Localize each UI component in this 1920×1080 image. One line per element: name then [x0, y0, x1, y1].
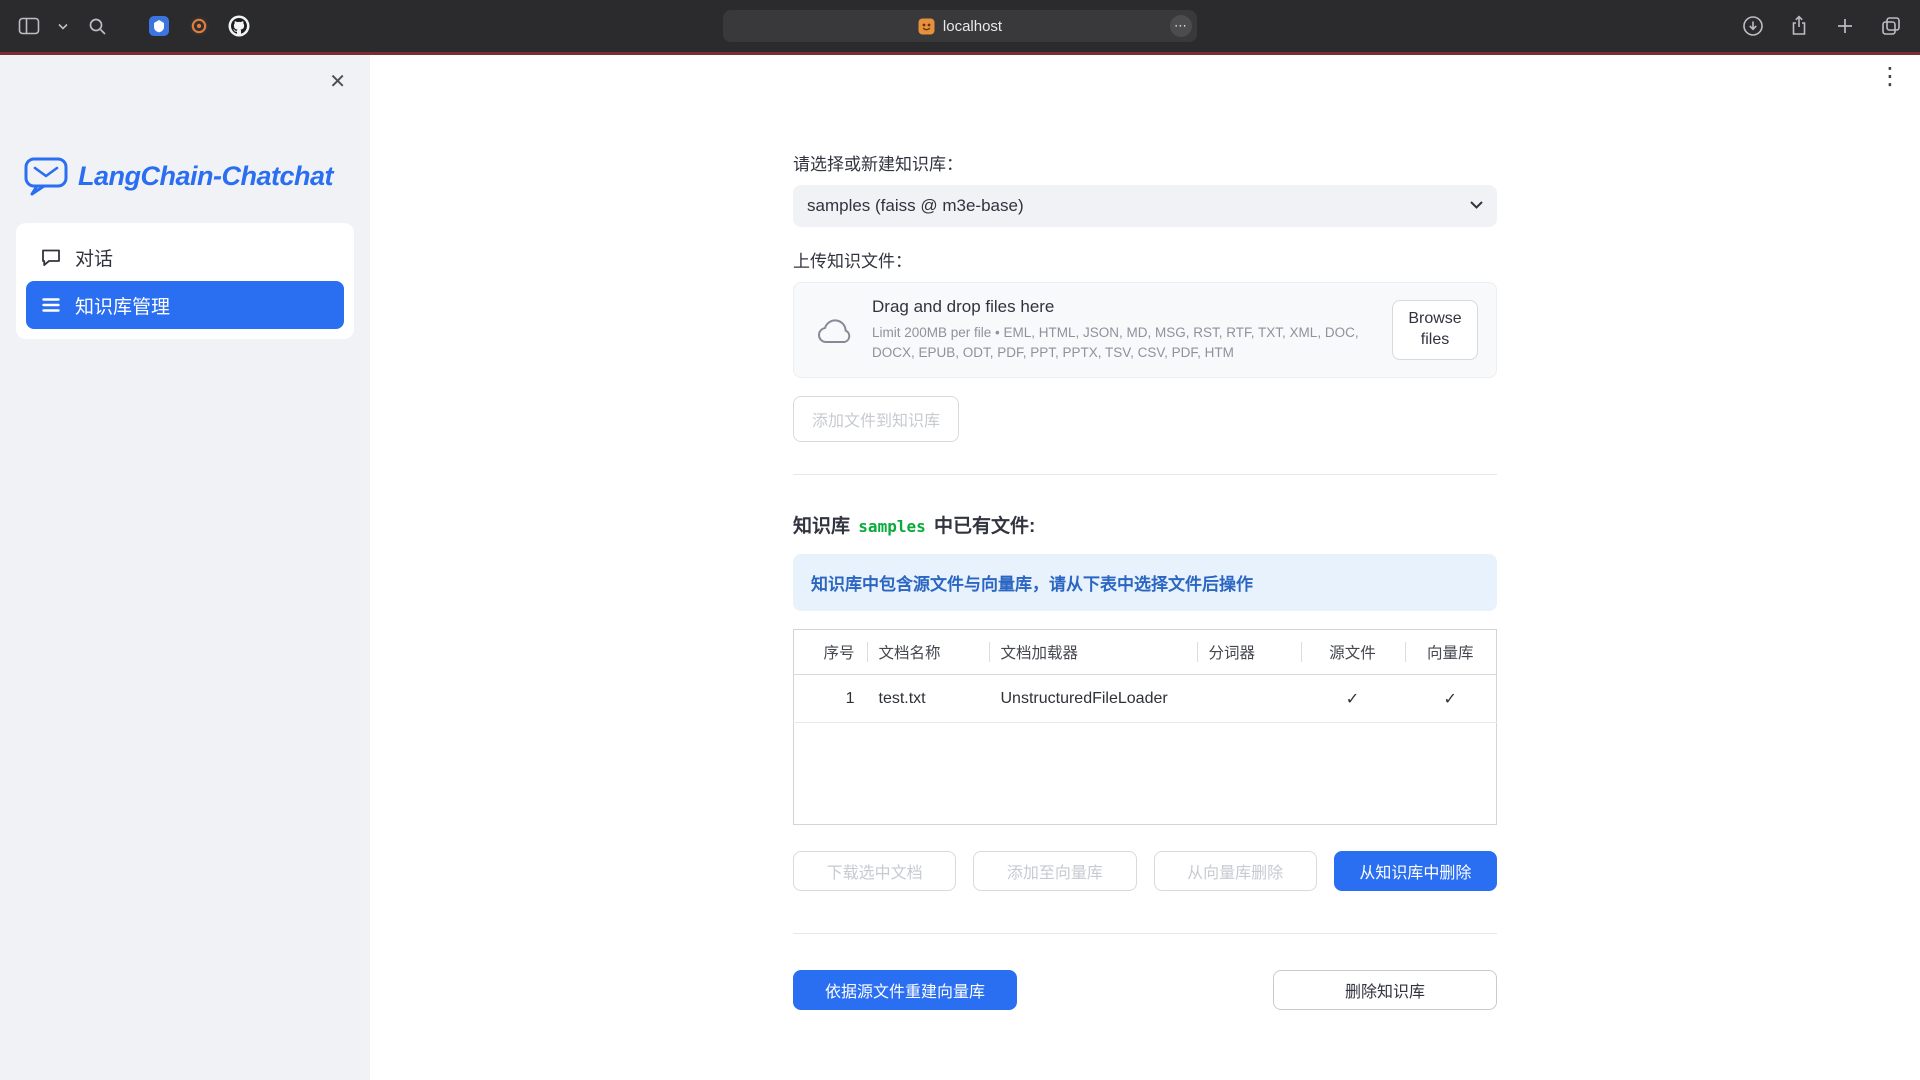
main-content: ⋮ 请选择或新建知识库： samples (faiss @ m3e-base) … — [370, 55, 1920, 1080]
col-header-index: 序号 — [794, 630, 867, 675]
address-bar[interactable]: localhost ⋯ — [723, 10, 1197, 42]
files-heading: 知识库 samples 中已有文件: — [793, 511, 1497, 538]
cell-vector-check: ✓ — [1405, 675, 1497, 723]
rebuild-vector-store-button[interactable]: 依据源文件重建向量库 — [793, 970, 1017, 1010]
site-favicon — [918, 18, 935, 35]
sidebar-close-icon[interactable]: ✕ — [329, 69, 346, 94]
extension-orange-icon[interactable] — [186, 13, 212, 39]
app-logo: LangChain-Chatchat — [24, 155, 370, 197]
file-actions: 下载选中文档 添加至向量库 从向量库删除 从知识库中删除 — [793, 851, 1497, 891]
files-heading-suffix: 中已有文件: — [934, 516, 1035, 537]
knowledge-base-icon — [40, 294, 62, 316]
app-menu-icon[interactable]: ⋮ — [1878, 65, 1902, 89]
downloads-icon[interactable] — [1740, 13, 1766, 39]
upload-cloud-icon — [816, 315, 854, 345]
address-url: localhost — [943, 18, 1002, 35]
page-decoration-bar — [0, 52, 1920, 55]
col-header-loader: 文档加载器 — [989, 630, 1197, 675]
chevron-down-icon[interactable] — [56, 13, 70, 39]
app-logo-text: LangChain-Chatchat — [78, 161, 333, 192]
add-files-button[interactable]: 添加文件到知识库 — [793, 396, 959, 442]
table-empty-area — [794, 723, 1497, 825]
divider — [793, 474, 1497, 475]
table-row[interactable]: 1 test.txt UnstructuredFileLoader ✓ ✓ — [794, 675, 1497, 723]
delete-from-kb-button[interactable]: 从知识库中删除 — [1334, 851, 1497, 891]
files-heading-prefix: 知识库 — [793, 516, 850, 537]
table-header-row: 序号 文档名称 文档加载器 分词器 源文件 向量库 — [794, 630, 1497, 675]
browser-toolbar: localhost ⋯ — [0, 0, 1920, 52]
sidebar-item-kb-management[interactable]: 知识库管理 — [26, 281, 344, 329]
browse-files-button[interactable]: Browse files — [1392, 300, 1478, 360]
col-header-vector: 向量库 — [1405, 630, 1497, 675]
sidebar-toggle-icon[interactable] — [16, 13, 42, 39]
add-to-vector-button[interactable]: 添加至向量库 — [973, 851, 1136, 891]
file-dropzone[interactable]: Drag and drop files here Limit 200MB per… — [793, 282, 1497, 378]
address-more-icon[interactable]: ⋯ — [1170, 15, 1192, 37]
cell-loader: UnstructuredFileLoader — [989, 675, 1197, 723]
divider — [793, 933, 1497, 934]
kb-footer-actions: 依据源文件重建向量库 删除知识库 — [793, 970, 1497, 1010]
github-icon[interactable] — [226, 13, 252, 39]
extension-blue-icon[interactable] — [146, 13, 172, 39]
select-chevron-icon — [1470, 201, 1483, 209]
share-icon[interactable] — [1786, 13, 1812, 39]
sidebar-item-dialogue[interactable]: 对话 — [26, 233, 344, 281]
download-selected-button[interactable]: 下载选中文档 — [793, 851, 956, 891]
cell-filename: test.txt — [867, 675, 989, 723]
chat-logo-icon — [24, 155, 68, 197]
dropzone-title: Drag and drop files here — [872, 297, 1374, 317]
cell-source-check: ✓ — [1301, 675, 1405, 723]
sidebar-menu: 对话 知识库管理 — [16, 223, 354, 339]
kb-select-label: 请选择或新建知识库： — [793, 150, 1497, 175]
search-icon[interactable] — [84, 13, 110, 39]
cell-splitter — [1197, 675, 1301, 723]
delete-kb-button[interactable]: 删除知识库 — [1273, 970, 1497, 1010]
col-header-filename: 文档名称 — [867, 630, 989, 675]
files-table: 序号 文档名称 文档加载器 分词器 源文件 向量库 1 test.txt Uns… — [793, 629, 1497, 825]
col-header-splitter: 分词器 — [1197, 630, 1301, 675]
sidebar: ✕ LangChain-Chatchat 对话 知识库管理 — [0, 55, 370, 1080]
kb-select[interactable]: samples (faiss @ m3e-base) — [793, 185, 1497, 227]
tabs-overview-icon[interactable] — [1878, 13, 1904, 39]
sidebar-item-label: 知识库管理 — [75, 292, 170, 319]
dropzone-limit: Limit 200MB per file • EML, HTML, JSON, … — [872, 323, 1374, 362]
kb-select-value: samples (faiss @ m3e-base) — [807, 196, 1024, 216]
cell-index: 1 — [794, 675, 867, 723]
info-banner: 知识库中包含源文件与向量库，请从下表中选择文件后操作 — [793, 554, 1497, 611]
upload-label: 上传知识文件： — [793, 247, 1497, 272]
files-heading-kb-name: samples — [855, 517, 928, 536]
new-tab-icon[interactable] — [1832, 13, 1858, 39]
col-header-source: 源文件 — [1301, 630, 1405, 675]
dialogue-icon — [40, 246, 62, 268]
sidebar-item-label: 对话 — [75, 244, 113, 271]
remove-from-vector-button[interactable]: 从向量库删除 — [1154, 851, 1317, 891]
